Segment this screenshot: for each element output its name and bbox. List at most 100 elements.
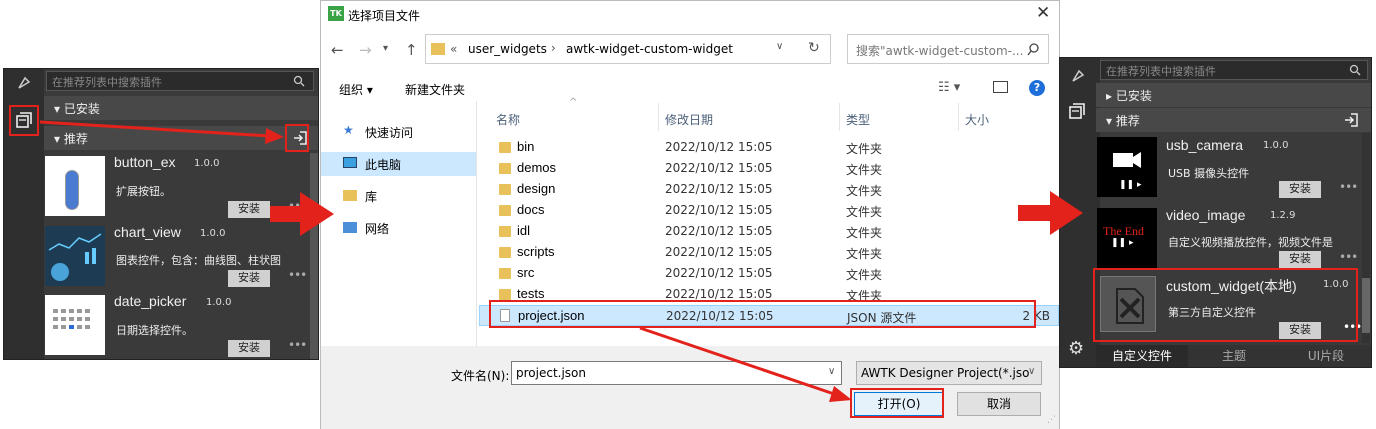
search-icon[interactable] <box>293 75 305 87</box>
column-type[interactable]: 类型 <box>846 111 870 128</box>
right-search-input[interactable]: 在推荐列表中搜索插件 <box>1100 60 1368 80</box>
breadcrumb-part[interactable]: awtk-widget-custom-widget <box>566 42 733 56</box>
pen-icon[interactable] <box>16 75 32 91</box>
installed-section[interactable]: ▾ 已安装 <box>44 96 318 120</box>
close-icon[interactable]: ✕ <box>1036 3 1050 23</box>
video-image-thumbnail: The End ❚❚ ▸ <box>1097 208 1157 268</box>
address-bar[interactable]: « user_widgets › awtk-widget-custom-widg… <box>425 34 831 64</box>
more-icon[interactable]: ••• <box>288 199 307 213</box>
folder-icon <box>499 205 511 216</box>
chevron-down-icon[interactable]: ∨ <box>1028 366 1035 377</box>
more-icon[interactable]: ••• <box>1339 180 1358 194</box>
preview-pane-icon[interactable] <box>993 81 1008 93</box>
file-row[interactable]: scripts 2022/10/12 15:05 文件夹 <box>479 242 1059 263</box>
highlight-custom-widget <box>1093 268 1358 342</box>
nav-quick-access[interactable]: 快速访问 <box>365 124 413 141</box>
item-desc: 自定义视频播放控件，视频文件是 <box>1168 236 1333 249</box>
bottom-bar <box>321 346 1059 429</box>
cancel-button[interactable]: 取消 <box>957 392 1041 416</box>
item-name: button_ex <box>114 154 176 170</box>
dialog-app-icon: TK <box>328 6 344 21</box>
help-icon[interactable]: ? <box>1029 80 1045 96</box>
folder-icon <box>499 268 511 279</box>
collapse-arrow-icon: ▾ <box>54 102 64 116</box>
scrollbar-thumb[interactable] <box>1362 278 1370 333</box>
column-name[interactable]: 名称 <box>496 111 520 128</box>
more-icon[interactable]: ••• <box>1339 250 1358 264</box>
search-icon[interactable] <box>1027 43 1040 56</box>
recommended-section[interactable]: ▾ 推荐 <box>44 126 318 150</box>
nav-this-pc[interactable]: 此电脑 <box>365 156 401 173</box>
up-arrow-icon[interactable]: ↑ <box>405 41 418 59</box>
file-date: 2022/10/12 15:05 <box>665 161 773 175</box>
item-version: 1.0.0 <box>200 228 226 239</box>
refresh-icon[interactable]: ↻ <box>808 40 820 56</box>
recommended-section[interactable]: ▾ 推荐 <box>1096 108 1371 132</box>
file-row[interactable]: demos 2022/10/12 15:05 文件夹 <box>479 158 1059 179</box>
filename-input[interactable]: project.json <box>511 361 842 385</box>
tab-theme[interactable]: 主题 <box>1188 345 1280 367</box>
file-type: 文件夹 <box>846 184 883 198</box>
file-name: tests <box>517 286 545 301</box>
gear-icon[interactable]: ⚙ <box>1068 338 1084 359</box>
breadcrumb-part[interactable]: user_widgets <box>468 42 547 56</box>
installed-section[interactable]: ▸ 已安装 <box>1096 83 1371 107</box>
breadcrumb-sep-icon: › <box>551 41 556 55</box>
file-row[interactable]: src 2022/10/12 15:05 文件夹 <box>479 263 1059 284</box>
file-type: 文件夹 <box>846 142 883 156</box>
widgets-icon[interactable] <box>1068 102 1086 120</box>
file-date: 2022/10/12 15:05 <box>665 224 773 238</box>
file-dialog: TK 选择项目文件 ✕ ← → ▾ ↑ « user_widgets › awt… <box>320 0 1060 429</box>
install-button[interactable]: 安装 <box>1279 251 1321 268</box>
resize-grip-icon[interactable]: ⋰ <box>1047 415 1056 425</box>
scrollbar[interactable] <box>310 153 318 359</box>
file-name: design <box>517 181 556 196</box>
chevron-down-icon[interactable]: ∨ <box>776 41 783 52</box>
column-divider <box>658 103 659 131</box>
file-date: 2022/10/12 15:05 <box>665 182 773 196</box>
more-icon[interactable]: ••• <box>288 268 307 282</box>
item-name: usb_camera <box>1166 137 1244 153</box>
file-row[interactable]: docs 2022/10/12 15:05 文件夹 <box>479 200 1059 221</box>
import-icon[interactable] <box>1343 112 1359 128</box>
file-row[interactable]: design 2022/10/12 15:05 文件夹 <box>479 179 1059 200</box>
file-type-select[interactable]: AWTK Designer Project(*.jso <box>856 361 1042 385</box>
collapse-arrow-icon: ▾ <box>54 132 64 146</box>
left-plugin-panel: 在推荐列表中搜索插件 ▾ 已安装 ▾ 推荐 button_ex 1.0.0 扩展… <box>3 68 319 360</box>
search-icon[interactable] <box>1349 64 1361 76</box>
install-button[interactable]: 安装 <box>228 201 270 218</box>
item-desc: 扩展按钮。 <box>116 185 171 198</box>
folder-icon <box>499 247 511 258</box>
view-options-icon[interactable]: ☷ ▾ <box>938 80 960 95</box>
forward-arrow-icon[interactable]: → <box>359 41 372 59</box>
install-button[interactable]: 安装 <box>228 340 270 357</box>
pen-icon[interactable] <box>1070 68 1086 84</box>
more-icon[interactable]: ••• <box>288 338 307 352</box>
column-date[interactable]: 修改日期 <box>665 111 713 128</box>
nav-divider <box>476 101 477 346</box>
file-row[interactable]: bin 2022/10/12 15:05 文件夹 <box>479 137 1059 158</box>
file-date: 2022/10/12 15:05 <box>665 203 773 217</box>
tab-custom-widgets[interactable]: 自定义控件 <box>1096 345 1188 367</box>
new-folder-button[interactable]: 新建文件夹 <box>405 81 465 98</box>
install-button[interactable]: 安装 <box>1279 181 1321 198</box>
chevron-down-icon[interactable]: ∨ <box>828 366 835 377</box>
file-name: src <box>517 265 535 280</box>
column-size[interactable]: 大小 <box>965 111 989 128</box>
nav-library[interactable]: 库 <box>365 188 377 205</box>
item-desc: 日期选择控件。 <box>116 324 193 337</box>
back-arrow-icon[interactable]: ← <box>331 41 344 59</box>
organize-button[interactable]: 组织 ▾ <box>339 81 373 98</box>
recent-dropdown-icon[interactable]: ▾ <box>383 43 388 54</box>
nav-pane: ★ 快速访问 此电脑 库 网络 <box>321 101 476 346</box>
item-version: 1.0.0 <box>206 297 232 308</box>
tab-ui-fragments[interactable]: UI片段 <box>1280 345 1371 367</box>
file-name: scripts <box>517 244 555 259</box>
highlight-project-json <box>489 300 1036 328</box>
left-search-input[interactable]: 在推荐列表中搜索插件 <box>46 71 314 91</box>
search-input[interactable]: 搜索"awtk-widget-custom-... <box>847 34 1049 64</box>
highlight-widgets-icon <box>9 105 39 136</box>
nav-network[interactable]: 网络 <box>365 220 389 237</box>
file-row[interactable]: idl 2022/10/12 15:05 文件夹 <box>479 221 1059 242</box>
install-button[interactable]: 安装 <box>228 270 270 287</box>
